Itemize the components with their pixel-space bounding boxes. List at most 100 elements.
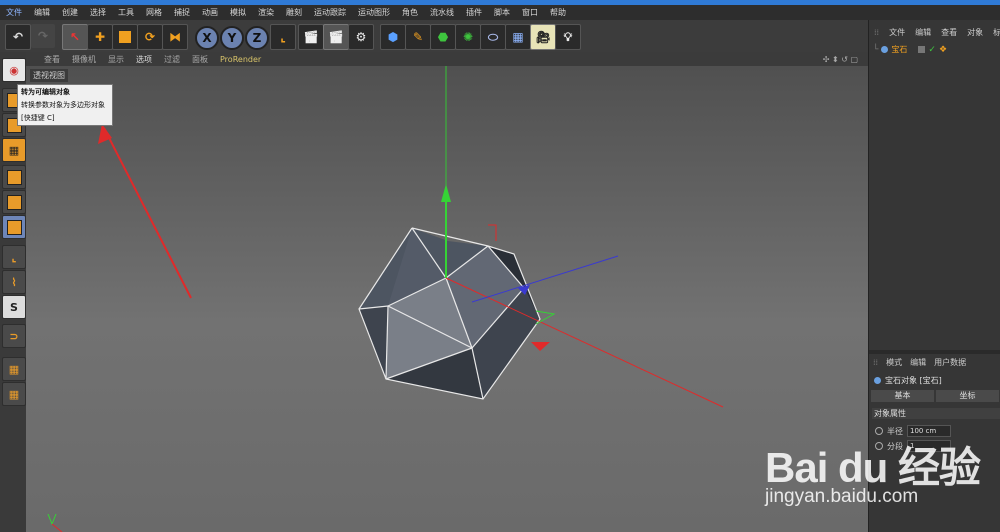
array-button[interactable]: ✺ bbox=[455, 24, 481, 50]
subdivision-button[interactable]: ⬣ bbox=[430, 24, 456, 50]
menu-select[interactable]: 选择 bbox=[84, 7, 112, 18]
tab-coordinates[interactable]: 坐标 bbox=[936, 390, 999, 402]
undo-button[interactable]: ↶ bbox=[5, 24, 31, 50]
menu-plugins[interactable]: 插件 bbox=[460, 7, 488, 18]
mirror-tool-button[interactable]: ⧓ bbox=[162, 24, 188, 50]
tweak-mode-button[interactable]: ⌇ bbox=[2, 270, 26, 294]
object-list-row[interactable]: └ 宝石 ✓ ❖ bbox=[873, 44, 997, 55]
tooltip-description: 转换参数对象为多边形对象 bbox=[21, 101, 105, 109]
move-icon: ✚ bbox=[94, 30, 106, 44]
viewport-navigation[interactable]: ✣ ⬍ ↺ ▢ bbox=[817, 52, 864, 66]
camera-icon: 🎥︎ bbox=[535, 30, 551, 44]
x-axis-button[interactable]: X bbox=[195, 26, 219, 50]
light-button[interactable]: 💡︎ bbox=[555, 24, 581, 50]
viewport-label: 透视视图 bbox=[30, 69, 68, 82]
menu-animate[interactable]: 动画 bbox=[196, 7, 224, 18]
vp-menu-display[interactable]: 显示 bbox=[102, 54, 130, 65]
workplane-button[interactable]: ▦ bbox=[2, 138, 26, 162]
move-tool-button[interactable]: ✚ bbox=[87, 24, 113, 50]
vp-menu-view[interactable]: 查看 bbox=[38, 54, 66, 65]
menu-pipeline[interactable]: 流水线 bbox=[424, 7, 460, 18]
hierarchy-line-icon: └ bbox=[873, 44, 879, 55]
select-tool-button[interactable]: ↖ bbox=[62, 24, 88, 50]
menu-snap[interactable]: 捕捉 bbox=[168, 7, 196, 18]
points-mode-button[interactable] bbox=[2, 165, 26, 189]
om-menu-edit[interactable]: 编辑 bbox=[910, 27, 936, 38]
om-menu-object[interactable]: 对象 bbox=[962, 27, 988, 38]
om-menu-tags[interactable]: 标签 bbox=[988, 27, 1000, 38]
object-name[interactable]: 宝石 bbox=[891, 44, 907, 55]
gizmo-y-arrow[interactable] bbox=[441, 184, 451, 202]
om-menu-view[interactable]: 查看 bbox=[936, 27, 962, 38]
am-menu-userdata[interactable]: 用户数据 bbox=[930, 357, 970, 368]
menu-script[interactable]: 脚本 bbox=[488, 7, 516, 18]
edges-icon bbox=[6, 194, 22, 210]
rotate-tool-button[interactable]: ⟳ bbox=[137, 24, 163, 50]
redo-button[interactable]: ↷ bbox=[31, 24, 55, 48]
perspective-viewport[interactable] bbox=[26, 66, 868, 532]
z-axis-button[interactable]: Z bbox=[245, 26, 269, 50]
menu-create[interactable]: 创建 bbox=[56, 7, 84, 18]
menu-help[interactable]: 帮助 bbox=[544, 7, 572, 18]
coordinate-system-button[interactable]: ⌞ bbox=[270, 24, 296, 50]
menu-render[interactable]: 渲染 bbox=[252, 7, 280, 18]
visibility-toggle[interactable] bbox=[918, 46, 926, 53]
gizmo-xy-plane-handle[interactable] bbox=[488, 224, 497, 241]
vp-menu-prorender[interactable]: ProRender bbox=[214, 55, 267, 64]
scale-tool-button[interactable] bbox=[112, 24, 138, 50]
render-view-button[interactable]: 🎬︎ bbox=[298, 24, 324, 50]
menu-file[interactable]: 文件 bbox=[0, 7, 28, 18]
am-menu-edit[interactable]: 编辑 bbox=[906, 357, 930, 368]
render-settings-button[interactable]: ⚙ bbox=[348, 24, 374, 50]
cube-primitive-button[interactable]: ⬢ bbox=[380, 24, 406, 50]
polygons-mode-button[interactable] bbox=[2, 215, 26, 239]
edges-mode-button[interactable] bbox=[2, 190, 26, 214]
enabled-check-icon[interactable]: ✓ bbox=[928, 45, 936, 55]
undo-icon: ↶ bbox=[12, 30, 24, 44]
rotate-icon: ⟳ bbox=[144, 30, 156, 44]
render-picture-viewer-button[interactable]: 🎬︎ bbox=[323, 24, 349, 50]
lock-workplane-button[interactable]: ▦ bbox=[2, 357, 26, 381]
menu-motion-tracking[interactable]: 运动跟踪 bbox=[308, 7, 352, 18]
viewport-menubar: 查看 摄像机 显示 选项 过滤 面板 ProRender ✣ ⬍ ↺ ▢ bbox=[26, 52, 868, 66]
om-menu-file[interactable]: 文件 bbox=[884, 27, 910, 38]
nav-icons[interactable]: ✣ ⬍ ↺ ▢ bbox=[817, 55, 864, 64]
cube-icon: ⬢ bbox=[387, 30, 399, 44]
menu-character[interactable]: 角色 bbox=[396, 7, 424, 18]
am-menu-mode[interactable]: 模式 bbox=[882, 357, 906, 368]
magnet-icon: ⊃ bbox=[9, 329, 19, 343]
tab-basic[interactable]: 基本 bbox=[871, 390, 934, 402]
menu-tools[interactable]: 工具 bbox=[112, 7, 140, 18]
y-axis-button[interactable]: Y bbox=[220, 26, 244, 50]
drag-handle-icon[interactable]: ⁞⁞ bbox=[869, 28, 884, 37]
menu-mograph[interactable]: 运动图形 bbox=[352, 7, 396, 18]
lightbulb-icon: 💡︎ bbox=[563, 29, 573, 44]
pen-spline-button[interactable]: ✎ bbox=[405, 24, 431, 50]
axis-mode-button[interactable]: ⌞ bbox=[2, 245, 26, 269]
camera-button[interactable]: 🎥︎ bbox=[530, 24, 556, 50]
vp-menu-filter[interactable]: 过滤 bbox=[158, 54, 186, 65]
gizmo-x-arrow[interactable] bbox=[531, 342, 550, 351]
snap-button[interactable]: ⊃ bbox=[2, 324, 26, 348]
menu-edit[interactable]: 编辑 bbox=[28, 7, 56, 18]
panel-divider[interactable] bbox=[869, 350, 1000, 354]
solo-button[interactable]: S bbox=[2, 295, 26, 319]
attribute-manager-menubar: ⁞⁞ 模式 编辑 用户数据 bbox=[869, 356, 1000, 369]
vp-menu-panel[interactable]: 面板 bbox=[186, 54, 214, 65]
planar-workplane-button[interactable]: ▦ bbox=[2, 382, 26, 406]
vp-menu-camera[interactable]: 摄像机 bbox=[66, 54, 102, 65]
gem-face bbox=[359, 306, 388, 379]
drag-handle-icon[interactable]: ⁞⁞ bbox=[869, 358, 882, 367]
clapper-icon: 🎬︎ bbox=[328, 30, 344, 44]
vp-menu-options[interactable]: 选项 bbox=[130, 54, 158, 65]
make-editable-button[interactable]: ◉ bbox=[2, 58, 26, 82]
floor-button[interactable]: ▦ bbox=[505, 24, 531, 50]
menu-window[interactable]: 窗口 bbox=[516, 7, 544, 18]
tag-icon[interactable]: ❖ bbox=[939, 45, 947, 55]
solo-s-icon: S bbox=[10, 300, 18, 314]
grid-icon: ▦ bbox=[8, 143, 20, 157]
menu-mesh[interactable]: 网格 bbox=[140, 7, 168, 18]
menu-sculpt[interactable]: 雕刻 bbox=[280, 7, 308, 18]
menu-simulate[interactable]: 模拟 bbox=[224, 7, 252, 18]
deformer-button[interactable]: ⬭ bbox=[480, 24, 506, 50]
